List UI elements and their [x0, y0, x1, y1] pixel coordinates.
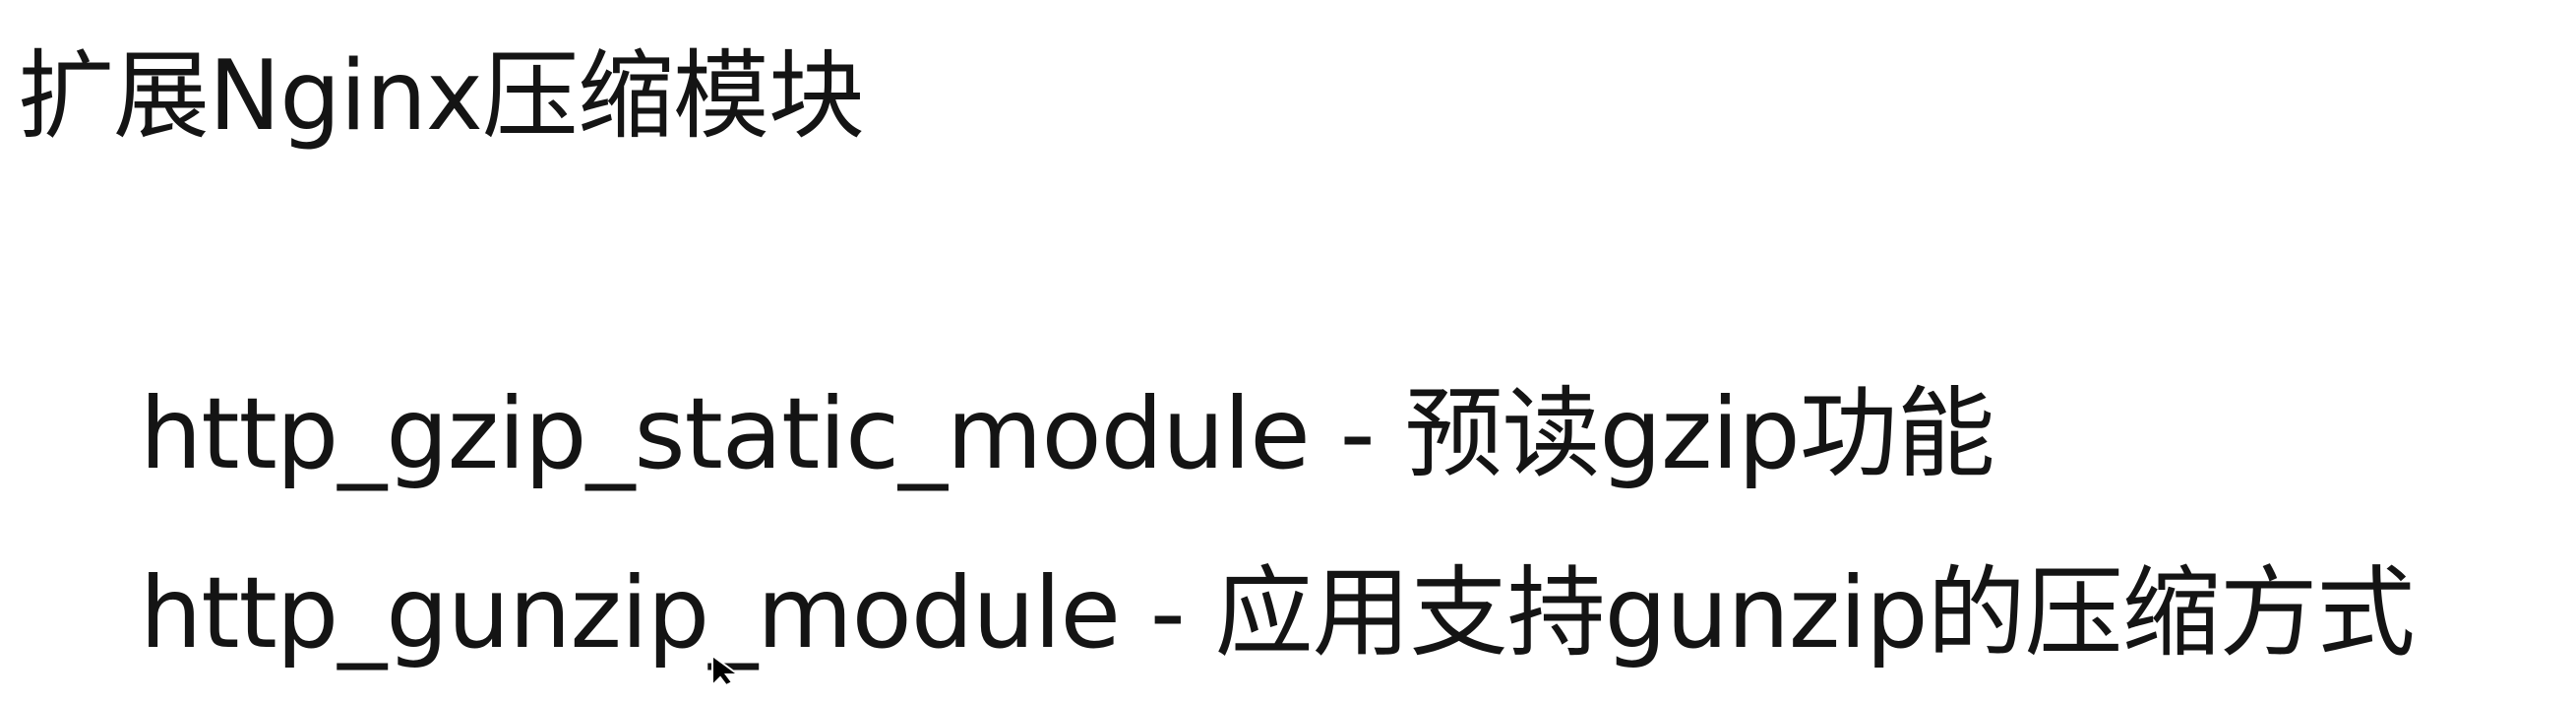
slide: 扩展Nginx压缩模块 http_gzip_static_module - 预读… [0, 0, 2576, 685]
list-item-gzip-static: http_gzip_static_module - 预读gzip功能 [140, 376, 1995, 491]
slide-title: 扩展Nginx压缩模块 [18, 40, 865, 153]
mouse-pointer-icon [711, 656, 742, 685]
list-item-gunzip: http_gunzip_module - 应用支持gunzip的压缩方式 [140, 555, 2416, 671]
module-list: http_gzip_static_module - 预读gzip功能 http_… [140, 345, 2416, 703]
